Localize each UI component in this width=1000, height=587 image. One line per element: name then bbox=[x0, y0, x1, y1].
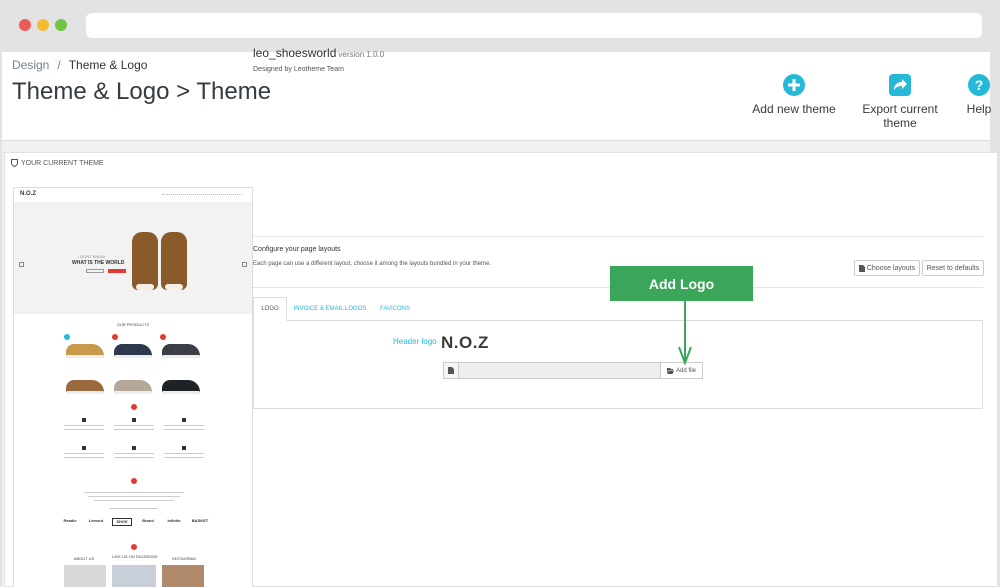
preview-boot-image bbox=[161, 232, 187, 290]
header-logo-label: Header logo bbox=[393, 337, 437, 346]
preview-badge bbox=[64, 334, 70, 340]
preview-feature bbox=[64, 446, 104, 462]
file-icon bbox=[858, 264, 865, 272]
breadcrumb-current: Theme & Logo bbox=[68, 58, 148, 72]
minimize-window-dot[interactable] bbox=[37, 19, 49, 31]
preview-brand-logo: Infinite bbox=[167, 518, 181, 523]
preview-feature bbox=[114, 446, 154, 462]
export-current-theme-label: Export current theme bbox=[862, 102, 938, 130]
preview-hero-line1: I DONT KNOW bbox=[78, 254, 106, 259]
preview-brand-logo: BASKET bbox=[191, 518, 209, 523]
theme-author: Designed by Leotheme Team bbox=[253, 66, 344, 73]
divider bbox=[253, 236, 983, 237]
callout-arrow-icon bbox=[678, 301, 692, 365]
preview-feature bbox=[164, 446, 204, 462]
preview-section-title: OUR PRODUCTS bbox=[116, 322, 150, 327]
tab-favicons[interactable]: FAVICONS bbox=[375, 297, 415, 321]
header-logo-image: N.O.Z bbox=[441, 333, 489, 352]
preview-hero-button bbox=[108, 269, 126, 273]
theme-preview-image: N.O.Z I DONT KNOW WHAT IS THE WORLD OUR … bbox=[13, 187, 253, 587]
file-name-input[interactable] bbox=[459, 362, 661, 379]
config-layouts-title: Configure your page layouts bbox=[253, 246, 341, 253]
add-logo-callout: Add Logo bbox=[610, 266, 753, 301]
theme-name: leo_shoesworld version 1.0.0 bbox=[253, 46, 384, 60]
panel-heading-text: YOUR CURRENT THEME bbox=[21, 159, 104, 167]
preview-feature bbox=[164, 418, 204, 434]
theme-version: version 1.0.0 bbox=[338, 50, 385, 59]
choose-layouts-label: Choose layouts bbox=[866, 264, 916, 272]
preview-next-arrow bbox=[242, 262, 247, 267]
preview-feature bbox=[64, 418, 104, 434]
help-label: Help bbox=[966, 102, 992, 116]
preview-brand-logo: Readie bbox=[63, 518, 77, 523]
folder-open-icon bbox=[666, 367, 674, 374]
add-new-theme-button[interactable]: Add new theme bbox=[752, 74, 836, 116]
preview-text-line bbox=[88, 496, 180, 497]
preview-boot-image bbox=[132, 232, 158, 290]
reset-to-defaults-label: Reset to defaults bbox=[926, 264, 980, 272]
preview-text-line bbox=[84, 492, 184, 493]
preview-hero-banner: I DONT KNOW WHAT IS THE WORLD bbox=[14, 202, 252, 314]
preview-hero-button bbox=[86, 269, 104, 273]
tab-logo[interactable]: LOGO bbox=[253, 297, 287, 321]
preview-text-line bbox=[110, 508, 158, 509]
preview-brand-logo: Lemont bbox=[88, 518, 104, 523]
breadcrumb-parent[interactable]: Design bbox=[12, 58, 49, 72]
file-icon bbox=[443, 362, 459, 379]
preview-shoe-image bbox=[66, 380, 104, 394]
add-file-label: Add file bbox=[675, 367, 696, 374]
config-layouts-description: Each page can use a different layout, ch… bbox=[253, 261, 492, 267]
preview-footer-image bbox=[112, 565, 156, 587]
preview-shoe-image bbox=[66, 344, 104, 358]
preview-brand-logo: Brand bbox=[142, 518, 154, 523]
preview-shoe-image bbox=[162, 344, 200, 358]
maximize-window-dot[interactable] bbox=[55, 19, 67, 31]
logo-file-upload: Add file bbox=[443, 362, 703, 379]
preview-footer-title: INSTAGRAM bbox=[172, 556, 196, 561]
preview-footer-image bbox=[64, 565, 106, 587]
preview-feature bbox=[114, 418, 154, 434]
plus-circle-icon bbox=[783, 74, 805, 96]
page-title: Theme & Logo > Theme bbox=[12, 78, 272, 105]
preview-shoe-image bbox=[162, 380, 200, 394]
preview-navbar: N.O.Z bbox=[14, 188, 252, 202]
breadcrumb-separator: / bbox=[57, 58, 61, 72]
preview-logo: N.O.Z bbox=[20, 191, 36, 197]
question-circle-icon: ? bbox=[968, 74, 990, 96]
browser-chrome bbox=[0, 0, 1000, 52]
preview-text-line bbox=[94, 500, 174, 501]
reset-to-defaults-button[interactable]: Reset to defaults bbox=[922, 260, 984, 276]
preview-shoe-image bbox=[114, 344, 152, 358]
add-new-theme-label: Add new theme bbox=[752, 102, 836, 116]
panel-heading: YOUR CURRENT THEME bbox=[11, 159, 104, 167]
address-bar[interactable] bbox=[86, 13, 982, 38]
preview-footer-title: ABOUT US bbox=[73, 556, 95, 561]
preview-footer-image bbox=[162, 565, 204, 587]
help-button[interactable]: ? Help bbox=[962, 74, 996, 116]
preview-divider-dot bbox=[131, 544, 137, 550]
preview-hero-line2: WHAT IS THE WORLD bbox=[72, 260, 125, 266]
share-icon bbox=[889, 74, 911, 96]
theme-name-text: leo_shoesworld bbox=[253, 46, 337, 60]
preview-prev-arrow bbox=[19, 262, 24, 267]
close-window-dot[interactable] bbox=[19, 19, 31, 31]
shield-icon bbox=[11, 159, 18, 167]
svg-text:?: ? bbox=[975, 77, 984, 93]
preview-badge bbox=[160, 334, 166, 340]
export-current-theme-button[interactable]: Export current theme bbox=[844, 74, 956, 130]
preview-badge bbox=[112, 334, 118, 340]
choose-layouts-button[interactable]: Choose layouts bbox=[854, 260, 920, 276]
preview-menu bbox=[162, 194, 242, 196]
preview-shoe-image bbox=[114, 380, 152, 394]
preview-divider-dot bbox=[131, 404, 137, 410]
tab-invoice-email-logos[interactable]: INVOICE & EMAIL LOGOS bbox=[293, 297, 367, 321]
preview-footer-title: LIKE US ON FACEBOOK bbox=[112, 554, 158, 559]
breadcrumb: Design / Theme & Logo bbox=[12, 58, 147, 72]
preview-brand-logo: SHOE bbox=[112, 518, 132, 526]
preview-divider-dot bbox=[131, 478, 137, 484]
